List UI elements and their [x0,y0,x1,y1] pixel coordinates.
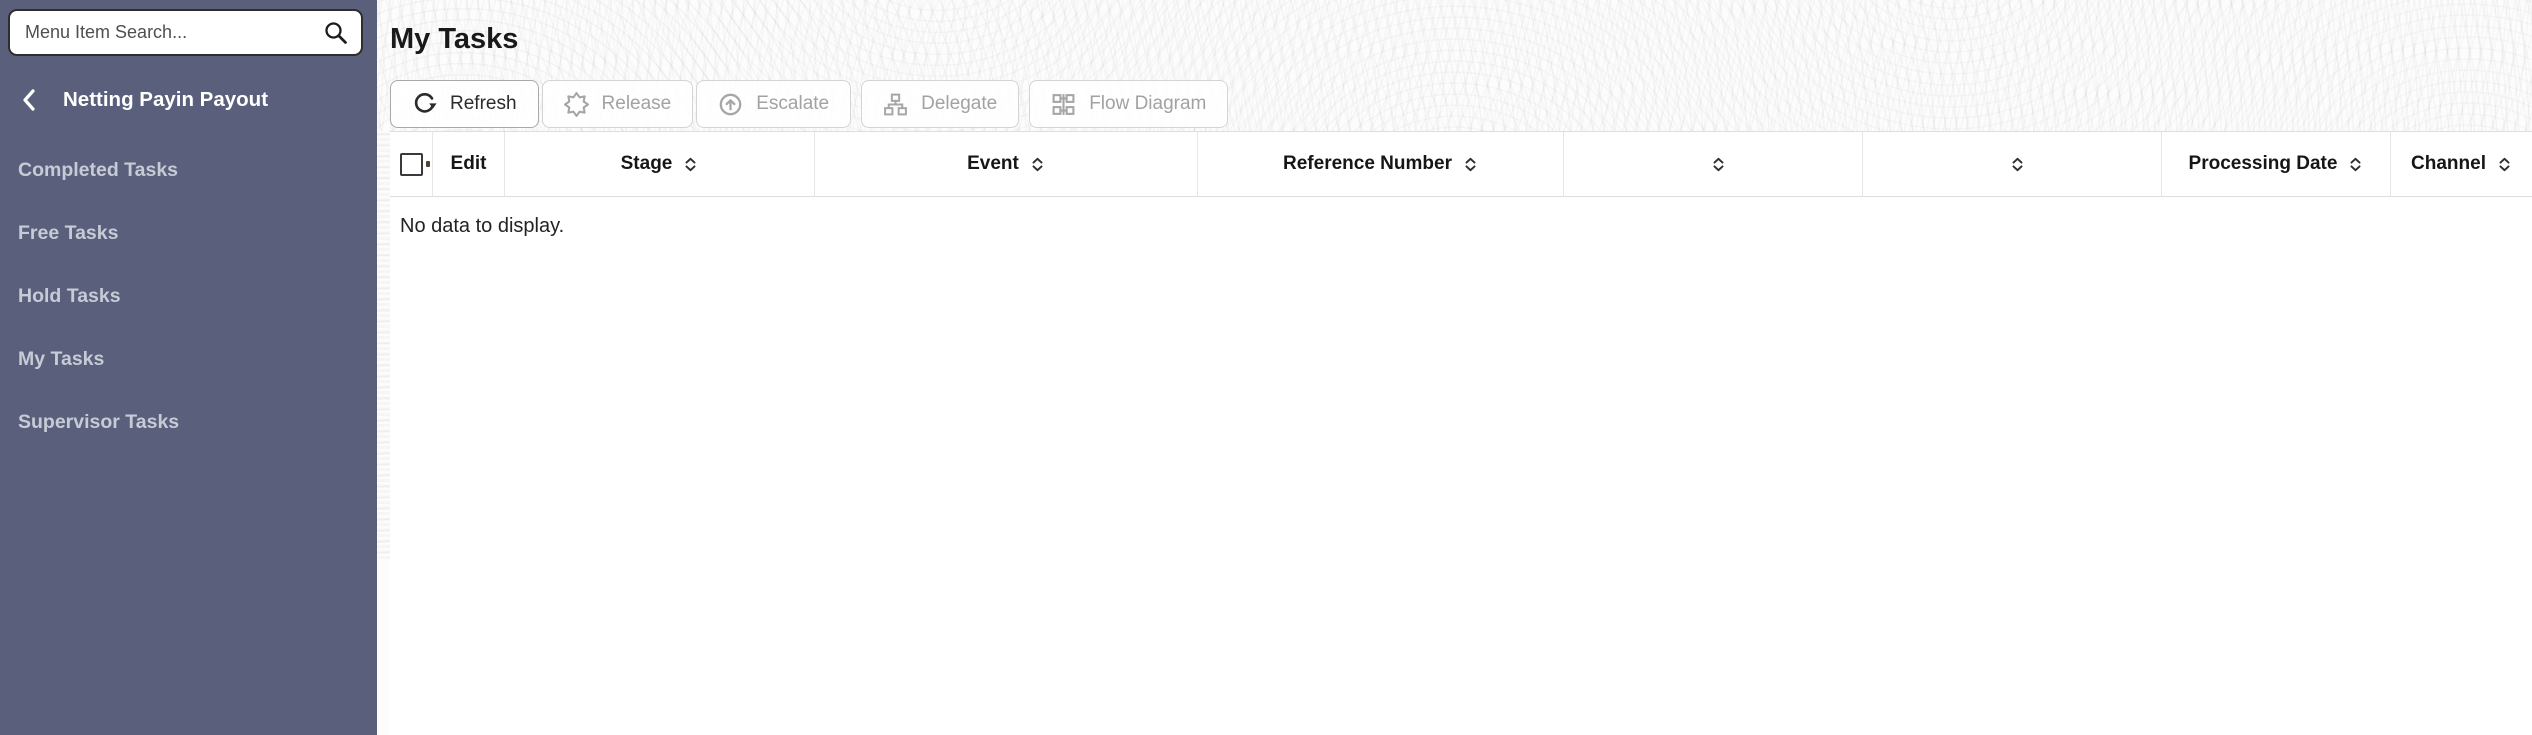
column-header-unnamed-2[interactable] [1863,132,2162,196]
sidebar-item-my-tasks[interactable]: My Tasks [0,328,377,391]
sidebar: Netting Payin Payout Completed Tasks Fre… [0,0,377,735]
sort-icon[interactable] [2010,156,2025,173]
menu-search-input[interactable] [25,22,323,43]
sort-icon[interactable] [2497,156,2512,173]
tasks-table-header: Edit Stage Event Reference Number Proces… [390,131,2532,197]
main-content: My Tasks Refresh Release Escalate Delega… [377,0,2532,735]
column-label: Edit [450,153,487,174]
tasks-table-body: No data to display. [390,198,2532,735]
column-header-channel[interactable]: Channel [2391,132,2532,196]
task-management-app: Netting Payin Payout Completed Tasks Fre… [0,0,2532,735]
sidebar-menu: Completed Tasks Free Tasks Hold Tasks My… [0,139,377,454]
delegate-button[interactable]: Delegate [861,80,1020,128]
escalate-button-label: Escalate [756,93,830,114]
column-label: Channel [2411,153,2486,174]
column-header-unnamed-1[interactable] [1564,132,1863,196]
search-icon[interactable] [323,20,349,46]
column-header-reference-number[interactable]: Reference Number [1198,132,1564,196]
delegate-button-label: Delegate [921,93,998,114]
sidebar-item-free-tasks[interactable]: Free Tasks [0,202,377,265]
sort-icon[interactable] [2348,156,2363,173]
sort-icon[interactable] [1030,156,1045,173]
column-header-select-all [390,132,433,196]
sort-icon[interactable] [1711,156,1726,173]
page-title: My Tasks [390,23,519,55]
release-button-label: Release [601,93,672,114]
sidebar-item-completed-tasks[interactable]: Completed Tasks [0,139,377,202]
column-header-event[interactable]: Event [815,132,1198,196]
column-handle-dot [426,161,430,167]
flow-diagram-icon [1051,92,1076,117]
sidebar-menu-title: Netting Payin Payout [63,88,269,111]
column-label: Stage [620,153,673,174]
escalate-button[interactable]: Escalate [696,80,852,128]
column-header-stage[interactable]: Stage [505,132,815,196]
delegate-hierarchy-icon [883,92,908,117]
empty-table-message: No data to display. [400,215,565,237]
sort-icon[interactable] [683,156,698,173]
release-burst-icon [563,91,589,117]
select-all-checkbox[interactable] [399,152,423,176]
column-header-edit: Edit [433,132,505,196]
column-label: Processing Date [2188,153,2338,174]
column-header-processing-date[interactable]: Processing Date [2162,132,2391,196]
flow-diagram-button[interactable]: Flow Diagram [1029,80,1229,128]
escalate-up-arrow-icon [718,92,743,117]
sidebar-header: Netting Payin Payout [20,88,367,112]
flow-diagram-button-label: Flow Diagram [1089,93,1207,114]
release-button[interactable]: Release [541,80,694,128]
sidebar-item-supervisor-tasks[interactable]: Supervisor Tasks [0,391,377,454]
toolbar: Refresh Release Escalate Delegate Flow D… [390,80,1229,128]
refresh-button-label: Refresh [450,93,517,114]
sort-icon[interactable] [1463,156,1478,173]
column-label: Reference Number [1283,153,1452,174]
column-label: Event [967,153,1019,174]
refresh-icon [412,92,437,117]
menu-search-box [8,9,363,56]
sidebar-item-hold-tasks[interactable]: Hold Tasks [0,265,377,328]
chevron-left-icon[interactable] [20,88,46,112]
refresh-button[interactable]: Refresh [390,80,539,128]
